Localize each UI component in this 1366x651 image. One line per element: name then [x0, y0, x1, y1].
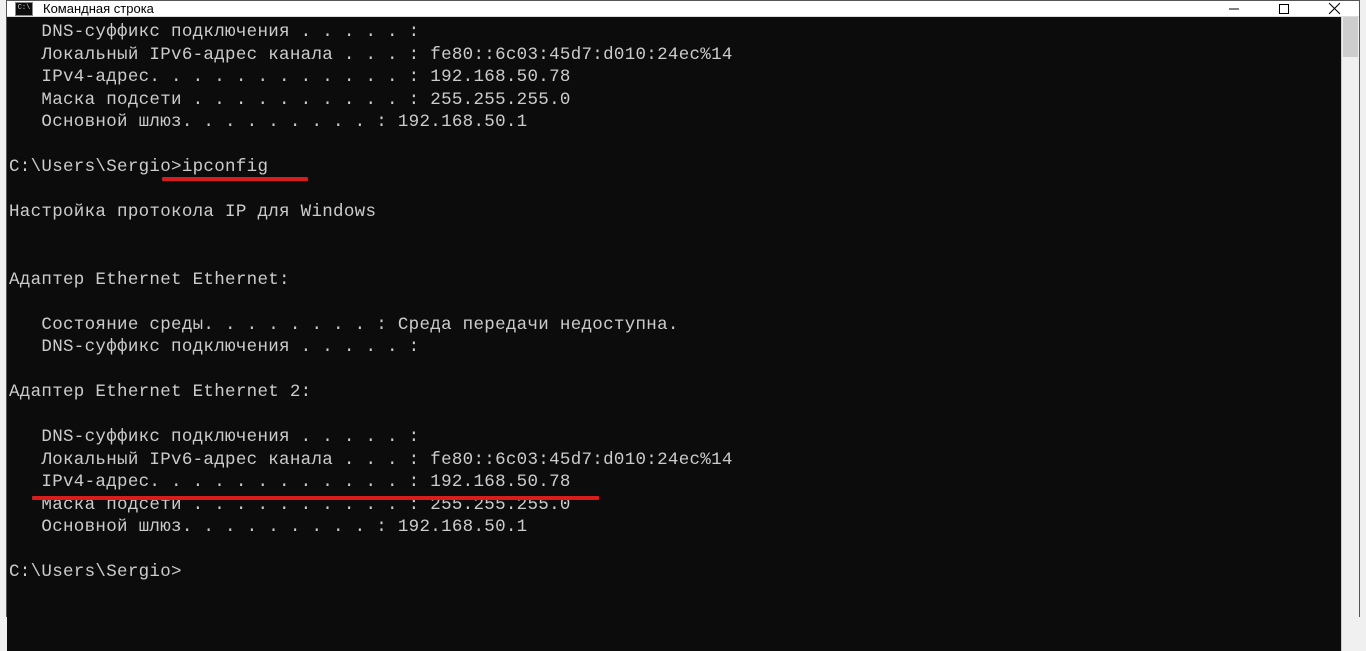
output-line: DNS-суффикс подключения . . . . . :	[9, 337, 419, 357]
prompt-line: C:\Users\Sergio>ipconfig	[9, 157, 268, 177]
terminal-output[interactable]: DNS-суффикс подключения . . . . . : Лока…	[7, 17, 1341, 651]
output-line: Локальный IPv6-адрес канала . . . : fe80…	[9, 45, 733, 65]
output-line: Настройка протокола IP для Windows	[9, 202, 376, 222]
output-line: Маска подсети . . . . . . . . . . : 255.…	[9, 90, 571, 110]
output-line: Адаптер Ethernet Ethernet:	[9, 270, 290, 290]
output-line: Состояние среды. . . . . . . . : Среда п…	[9, 315, 679, 335]
output-line: IPv4-адрес. . . . . . . . . . . . : 192.…	[9, 67, 571, 87]
output-line: Основной шлюз. . . . . . . . . : 192.168…	[9, 517, 527, 537]
maximize-button[interactable]	[1259, 1, 1309, 16]
cmd-icon: C:\	[15, 2, 33, 16]
output-line: Адаптер Ethernet Ethernet 2:	[9, 382, 311, 402]
highlight-underline-icon	[162, 177, 308, 181]
titlebar[interactable]: C:\ Командная строка	[7, 1, 1359, 17]
output-line: Локальный IPv6-адрес канала . . . : fe80…	[9, 450, 733, 470]
output-line: IPv4-адрес. . . . . . . . . . . . : 192.…	[9, 472, 571, 492]
scrollbar-thumb[interactable]	[1343, 17, 1358, 57]
output-line: DNS-суффикс подключения . . . . . :	[9, 22, 419, 42]
terminal-area: DNS-суффикс подключения . . . . . : Лока…	[7, 17, 1359, 651]
output-line: Основной шлюз. . . . . . . . . : 192.168…	[9, 112, 527, 132]
vertical-scrollbar[interactable]	[1341, 17, 1359, 651]
output-line: DNS-суффикс подключения . . . . . :	[9, 427, 419, 447]
window-controls	[1209, 1, 1359, 16]
window-title: Командная строка	[43, 1, 1209, 16]
command-prompt-window: C:\ Командная строка DNS-суффикс подключ…	[6, 0, 1360, 617]
highlight-underline-icon	[32, 496, 599, 500]
close-button[interactable]	[1309, 1, 1359, 16]
minimize-button[interactable]	[1209, 1, 1259, 16]
prompt-line: C:\Users\Sergio>	[9, 562, 182, 582]
